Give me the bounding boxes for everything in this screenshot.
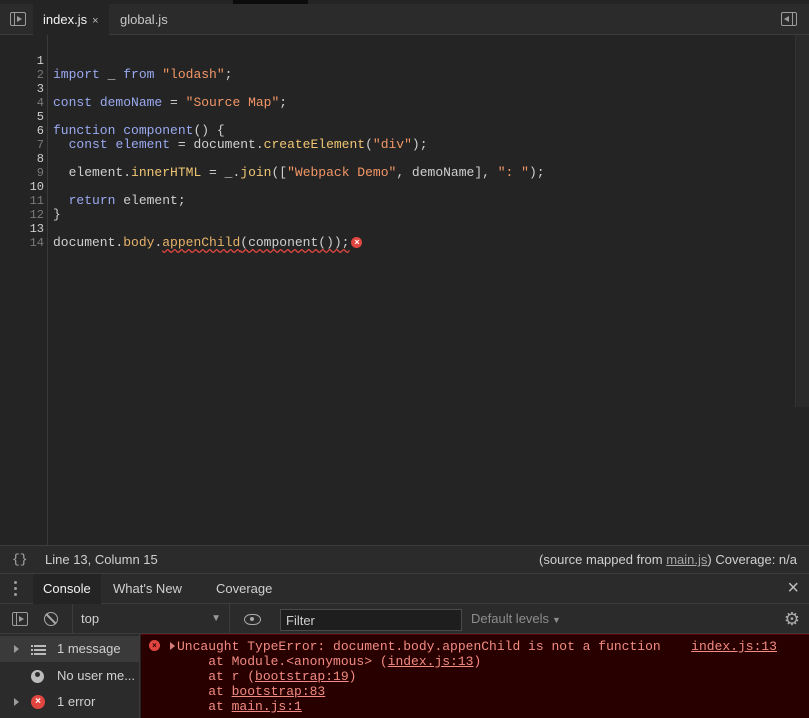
console-sidebar: 1 message No user me... × 1 error: [0, 634, 140, 718]
code-line: 6 const element = document.createElement…: [0, 110, 790, 152]
list-icon: [31, 642, 46, 656]
filter-input[interactable]: [280, 609, 462, 631]
tab-coverage[interactable]: Coverage: [206, 574, 282, 604]
source-map-info: (source mapped from main.js) Coverage: n…: [539, 552, 797, 567]
live-expression-eye-icon[interactable]: [244, 614, 261, 625]
console-settings-gear-icon[interactable]: ⚙: [784, 609, 800, 629]
source-map-link[interactable]: main.js: [666, 552, 707, 567]
user-icon: [31, 670, 44, 683]
code-line: 1 import _ from "lodash";: [0, 40, 790, 82]
tab-label: global.js: [120, 12, 168, 27]
tab-label: index.js: [43, 12, 88, 27]
code-line: 2: [0, 54, 790, 82]
tab-global-js[interactable]: global.js: [110, 4, 178, 35]
chevron-down-icon: ▼: [211, 613, 221, 624]
log-levels-dropdown[interactable]: Default levels ▼: [471, 604, 561, 635]
editor-status-bar: {} Line 13, Column 15 (source mapped fro…: [0, 545, 809, 573]
code-line: 9: [0, 152, 790, 180]
editor-scrollbar[interactable]: [795, 35, 809, 407]
line-number: 14: [29, 236, 44, 250]
code-text: document.body.appenChild(component()); ×: [53, 236, 363, 250]
code-line: 4: [0, 82, 790, 110]
stack-frame: at r (bootstrap:19): [177, 669, 357, 684]
sidebar-item-user-messages[interactable]: No user me...: [0, 663, 140, 689]
tab-whats-new[interactable]: What's New: [103, 574, 192, 604]
sidebar-item-label: 1 error: [57, 694, 96, 709]
inline-error-icon[interactable]: ×: [351, 237, 363, 249]
tab-console[interactable]: Console: [33, 574, 101, 604]
expand-caret-icon[interactable]: [14, 698, 19, 706]
code-editor[interactable]: 1 import _ from "lodash"; 2 3 const demo…: [0, 35, 809, 545]
code-line: 14: [0, 222, 790, 250]
sidebar-item-label: No user me...: [57, 668, 136, 683]
error-icon: ×: [31, 695, 45, 709]
code-line: 3 const demoName = "Source Map";: [0, 68, 790, 110]
stack-frame: at bootstrap:83: [177, 684, 326, 699]
cursor-position: Line 13, Column 15: [45, 552, 158, 567]
code-line-error: 13 document.body.appenChild(component())…: [0, 208, 790, 250]
error-icon: ×: [149, 640, 160, 651]
levels-label: Default levels: [471, 611, 550, 626]
pretty-print-icon[interactable]: {}: [12, 546, 28, 574]
error-message-text: Uncaught TypeError: document.body.appenC…: [177, 639, 661, 654]
debugger-toggle-icon[interactable]: [781, 12, 797, 26]
stack-frame-link[interactable]: main.js:1: [232, 699, 302, 714]
stack-frame: at main.js:1: [177, 699, 302, 714]
code-line: 7: [0, 124, 790, 152]
console-sidebar-toggle-icon[interactable]: [12, 612, 28, 626]
code-line: 11 }: [0, 180, 790, 222]
chevron-down-icon: ▼: [552, 615, 561, 625]
drawer-tab-bar: Console What's New Coverage ×: [0, 573, 809, 604]
context-value: top: [81, 611, 100, 626]
editor-tab-bar: index.js × global.js: [0, 4, 809, 35]
code-line: 10 return element;: [0, 166, 790, 208]
console-toolbar: top ▼ Default levels▼ ⚙: [0, 604, 809, 634]
expand-caret-icon[interactable]: [14, 645, 19, 653]
code-line: 12: [0, 194, 790, 222]
code-line: 5 function component() {: [0, 96, 790, 138]
code-line: 8 element.innerHTML = _.join(["Webpack D…: [0, 138, 790, 180]
error-source-link[interactable]: index.js:13: [691, 639, 777, 654]
console-message-error[interactable]: × Uncaught TypeError: document.body.appe…: [141, 634, 809, 718]
sidebar-item-errors[interactable]: × 1 error: [0, 689, 140, 715]
more-tools-icon[interactable]: [14, 581, 18, 597]
clear-console-icon[interactable]: [44, 612, 58, 626]
expand-caret-icon[interactable]: [170, 642, 175, 650]
stack-frame-link[interactable]: index.js:13: [388, 654, 474, 669]
close-drawer-icon[interactable]: ×: [787, 578, 799, 598]
context-selector[interactable]: top ▼: [72, 604, 230, 634]
stack-frame: at Module.<anonymous> (index.js:13): [177, 654, 482, 669]
sidebar-item-label: 1 message: [57, 641, 121, 656]
tab-index-js[interactable]: index.js ×: [33, 4, 109, 35]
sidebar-item-messages[interactable]: 1 message: [0, 636, 140, 662]
close-tab-icon[interactable]: ×: [92, 6, 98, 37]
stack-frame-link[interactable]: bootstrap:83: [232, 684, 326, 699]
stack-frame-link[interactable]: bootstrap:19: [255, 669, 349, 684]
navigator-toggle-icon[interactable]: [10, 12, 26, 26]
console-body: 1 message No user me... × 1 error × Unca…: [0, 634, 809, 718]
